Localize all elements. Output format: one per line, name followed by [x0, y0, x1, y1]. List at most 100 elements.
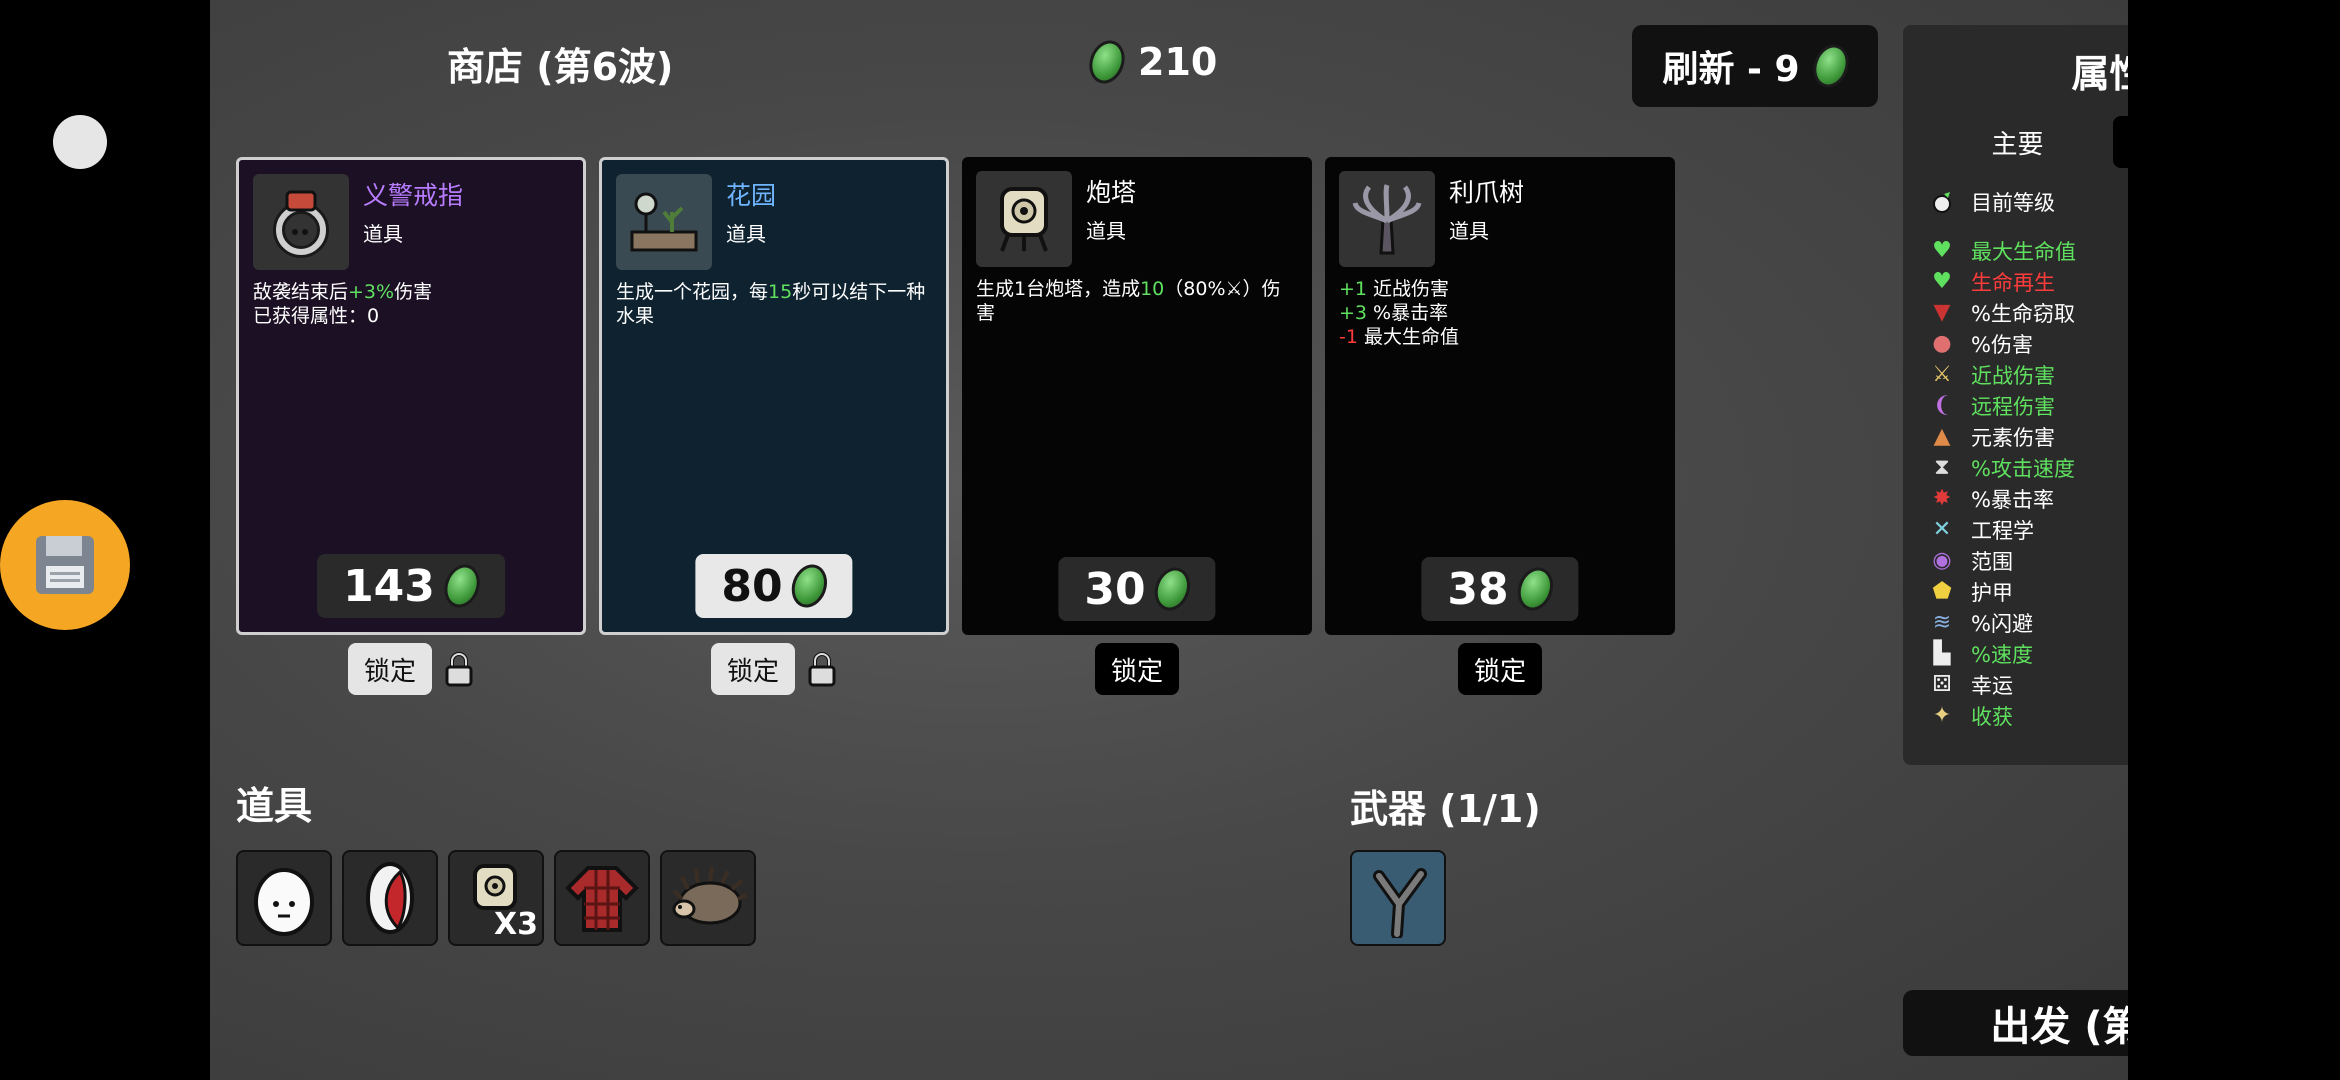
- desc-text: 已获得属性：0: [253, 305, 380, 327]
- stat-row: ▲元素伤害0: [1903, 421, 2128, 452]
- stat-name: 最大生命值: [1357, 326, 1459, 348]
- dice-icon: ⚄: [1932, 672, 1952, 697]
- price-tag[interactable]: 80: [695, 554, 853, 618]
- items-title: 道具: [236, 784, 313, 828]
- stat-label: %生命窃取: [1971, 301, 2075, 326]
- money-display: 210: [1083, 35, 1218, 89]
- item-count: X3: [493, 907, 538, 942]
- card-name: 花园: [726, 181, 777, 210]
- ring-icon: [253, 174, 349, 270]
- weapon-slot-slingshot[interactable]: [1350, 850, 1446, 946]
- lock-button[interactable]: 锁定: [1094, 643, 1179, 695]
- stat-label: 近战伤害: [1971, 363, 2055, 388]
- item-slot-plaid-shirt[interactable]: [554, 850, 650, 946]
- stat-label: 目前等级: [1971, 190, 2055, 215]
- stat-row: ◉范围0: [1903, 545, 2128, 576]
- item-slot-hedgehog[interactable]: [660, 850, 756, 946]
- card-type: 道具: [1086, 219, 1126, 243]
- shop-card-turret[interactable]: 炮塔 道具 生成1台炮塔，造成10（80%⚔）伤害 30: [962, 157, 1312, 635]
- wheat-icon: ✦: [1932, 703, 1952, 728]
- price-value: 143: [343, 560, 435, 612]
- card-description: +1 近战伤害 +3 %暴击率 -1 最大生命值: [1339, 277, 1661, 349]
- save-button[interactable]: [0, 500, 130, 630]
- stat-row: ●%伤害0: [1903, 328, 2128, 359]
- hourglass-icon: ⧗: [1934, 455, 1950, 480]
- shop-card-vigilante-ring[interactable]: 义警戒指 道具 敌袭结束后+3%伤害 已获得属性：0 143: [236, 157, 586, 635]
- stat-label: 最大生命值: [1971, 239, 2076, 264]
- shop-screen: 商店 (第6波) 210 刷新 - 9 义警戒指 道具 敌袭结束后+3%伤害 已…: [210, 0, 2128, 1080]
- boot-icon: ▙: [1933, 641, 1951, 666]
- tab-main[interactable]: 主要: [1929, 116, 2107, 168]
- stat-label: %暴击率: [1971, 487, 2054, 512]
- price-tag[interactable]: 30: [1058, 557, 1216, 621]
- desc-text: 生成1台炮塔，造成: [976, 278, 1141, 300]
- stat-label: %闪避: [1971, 611, 2033, 636]
- crit-icon: ✸: [1932, 486, 1952, 511]
- lock-slot: 锁定: [1325, 643, 1675, 695]
- refresh-label: 刷新 - 9: [1662, 49, 1800, 90]
- stat-label: %速度: [1971, 642, 2033, 667]
- shop-card-claw-tree[interactable]: 利爪树 道具 +1 近战伤害 +3 %暴击率 -1 最大生命值 38: [1325, 157, 1675, 635]
- item-slot-mouth[interactable]: [342, 850, 438, 946]
- lock-button[interactable]: 锁定: [347, 643, 432, 695]
- weapons-title: 武器 (1/1): [1350, 787, 1541, 831]
- shield-icon: ⬟: [1932, 579, 1952, 604]
- stat-row: ⚄幸运0: [1903, 669, 2128, 700]
- price-tag[interactable]: 38: [1421, 557, 1579, 621]
- card-description: 敌袭结束后+3%伤害 已获得属性：0: [253, 280, 569, 328]
- save-icon: [36, 536, 94, 594]
- price-value: 30: [1084, 563, 1146, 615]
- turret-icon: [976, 171, 1072, 267]
- desc-text: 敌袭结束后: [253, 281, 349, 303]
- material-icon: [1807, 39, 1855, 93]
- card-description: 生成1台炮塔，造成10（80%⚔）伤害: [976, 277, 1298, 325]
- muscle-icon: ●: [1932, 331, 1952, 356]
- mouth-icon: [366, 862, 414, 934]
- price-tag[interactable]: 143: [317, 554, 505, 618]
- stat-row: ▙%速度21: [1903, 638, 2128, 669]
- card-type: 道具: [363, 222, 403, 246]
- item-slot-turret[interactable]: X3: [448, 850, 544, 946]
- card-name: 利爪树: [1449, 178, 1525, 207]
- stat-change: +3: [1339, 302, 1368, 324]
- stat-change: -1: [1339, 326, 1358, 348]
- weapons-bar: [1350, 850, 1446, 946]
- stat-label: 元素伤害: [1971, 425, 2055, 450]
- price-value: 38: [1447, 563, 1509, 615]
- sword-icon: ⚔: [1932, 362, 1952, 387]
- material-icon: [786, 559, 834, 613]
- floating-menu-dot[interactable]: [53, 115, 107, 169]
- go-next-wave-button[interactable]: 出发 (第7波): [1903, 990, 2128, 1056]
- material-icon: [1149, 562, 1197, 616]
- card-type: 道具: [726, 222, 766, 246]
- level-icon: [1927, 189, 1957, 215]
- garden-icon: [616, 174, 712, 270]
- bow-icon: ❨: [1932, 393, 1952, 418]
- hedgehog-icon: [672, 866, 747, 925]
- stat-label: 工程学: [1971, 518, 2034, 543]
- money-value: 210: [1138, 40, 1218, 84]
- stat-label: 幸运: [1971, 673, 2013, 698]
- stat-row: ♥生命再生-2: [1903, 266, 2128, 297]
- lock-button[interactable]: 锁定: [1457, 643, 1542, 695]
- lock-slot: 锁定: [599, 643, 949, 695]
- shop-card-garden[interactable]: 花园 道具 生成一个花园，每15秒可以结下一种水果 80: [599, 157, 949, 635]
- tab-secondary[interactable]: 次要: [2112, 116, 2128, 168]
- plaid-shirt-icon: [565, 866, 639, 932]
- stat-row: ⬟护甲0: [1903, 576, 2128, 607]
- stat-list: ♥最大生命值25♥生命再生-2▼%生命窃取0●%伤害0⚔近战伤害4❨远程伤害2▲…: [1903, 235, 2128, 731]
- item-slot-egg[interactable]: [236, 850, 332, 946]
- dodge-icon: ≋: [1932, 610, 1952, 635]
- stat-row: ≋%闪避0: [1903, 607, 2128, 638]
- card-type: 道具: [1449, 219, 1489, 243]
- go-label: 出发 (第7波): [1990, 1004, 2128, 1050]
- lock-slot: 锁定: [962, 643, 1312, 695]
- desc-text: 伤害: [394, 281, 433, 303]
- refresh-button[interactable]: 刷新 - 9: [1632, 25, 1878, 107]
- flame-icon: ▲: [1933, 424, 1951, 449]
- stat-label: %伤害: [1971, 332, 2033, 357]
- claw-tree-icon: [1339, 171, 1435, 267]
- material-icon: [438, 559, 486, 613]
- stat-label: 收获: [1971, 704, 2013, 729]
- lock-button[interactable]: 锁定: [710, 643, 795, 695]
